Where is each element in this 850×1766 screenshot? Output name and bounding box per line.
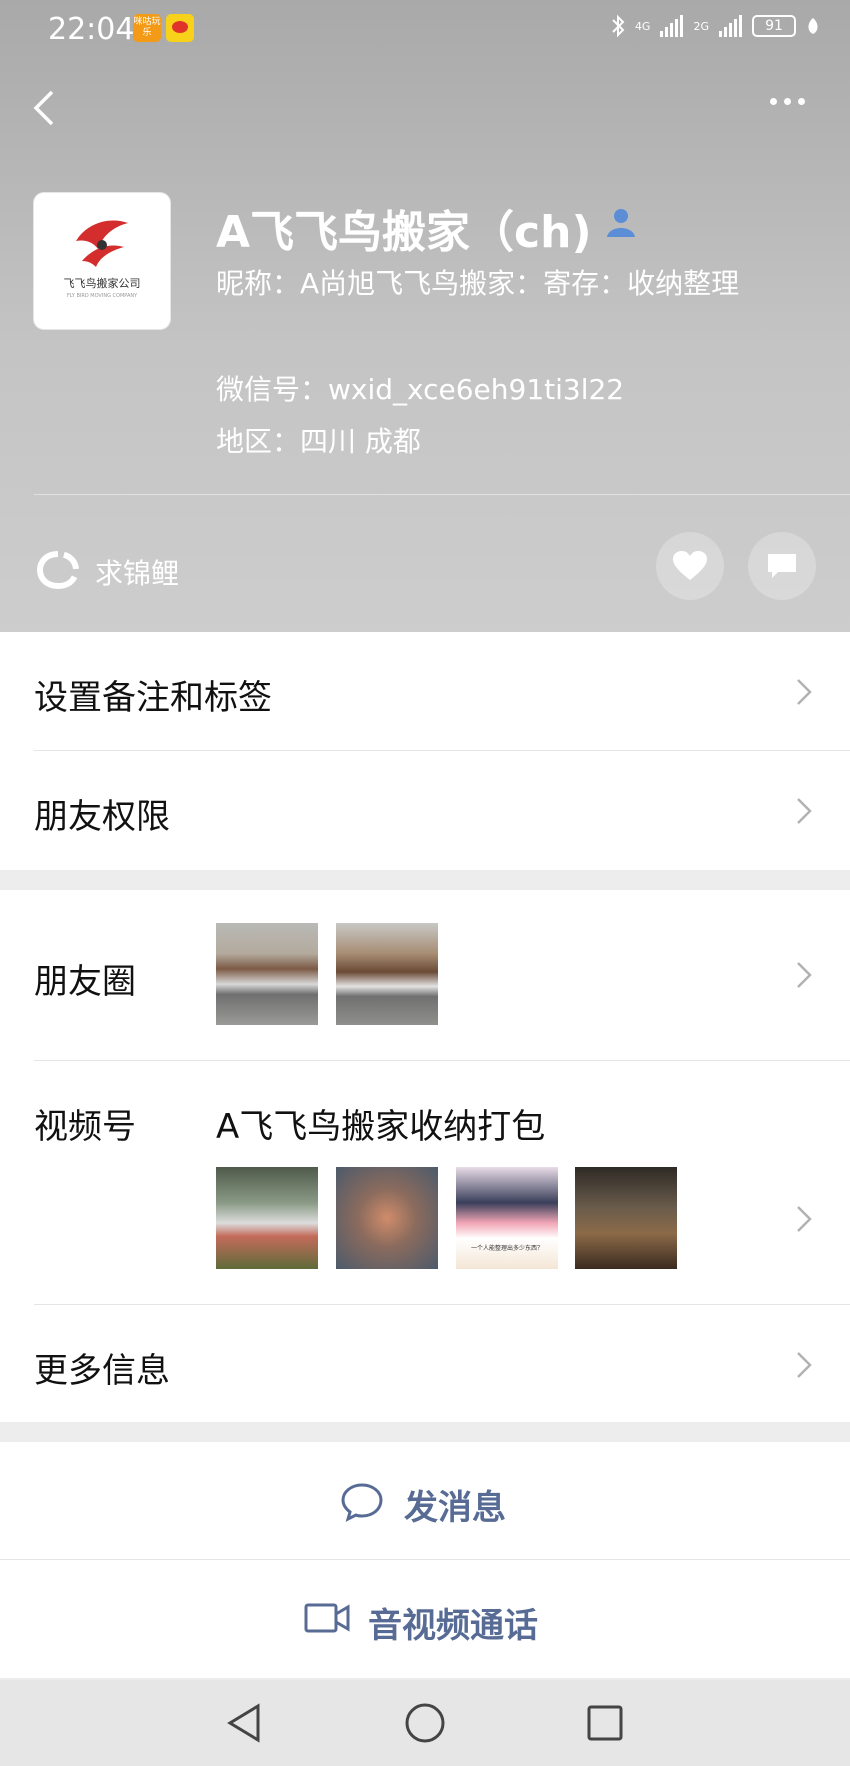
status-time: 22:04 xyxy=(48,12,135,47)
moments-photo-truck-1[interactable] xyxy=(216,923,318,1025)
network-4g-label: 4G xyxy=(634,19,651,33)
wechat-id-text: 微信号：wxid_xce6eh91ti3l22 xyxy=(216,373,625,406)
leaf-icon xyxy=(808,18,818,34)
more-info-label: 更多信息 xyxy=(34,1351,170,1391)
chevron-right-icon xyxy=(797,798,812,824)
chevron-right-icon xyxy=(797,679,812,705)
header-divider xyxy=(34,494,850,495)
channels-video-thumb-1[interactable] xyxy=(216,1167,318,1269)
chevron-right-icon xyxy=(797,962,812,988)
content-section: 朋友圈 视频号 A飞飞鸟搬家收纳打包 一个人能整理出多少东西？ 更多信息 xyxy=(0,890,850,1422)
channels-video-thumb-4[interactable] xyxy=(575,1167,677,1269)
friend-permissions-label: 朋友权限 xyxy=(34,797,170,837)
nav-back-icon[interactable] xyxy=(224,1702,264,1744)
region-text: 地区：四川 成都 xyxy=(216,425,421,458)
koi-icon[interactable] xyxy=(36,550,80,590)
chevron-right-icon xyxy=(797,1206,812,1232)
back-arrow-icon[interactable] xyxy=(30,88,58,128)
nav-home-icon[interactable] xyxy=(404,1702,446,1744)
weibo-app-icon xyxy=(166,14,194,42)
channels-row[interactable]: 视频号 A飞飞鸟搬家收纳打包 一个人能整理出多少东西？ xyxy=(0,1061,850,1304)
nickname-text: 昵称：A尚旭飞飞鸟搬家：寄存：收纳整理 xyxy=(216,267,740,300)
moments-row[interactable]: 朋友圈 xyxy=(0,890,850,1060)
network-2g-label: 2G xyxy=(693,19,709,33)
moments-label: 朋友圈 xyxy=(34,962,136,1002)
channels-video-thumb-3[interactable]: 一个人能整理出多少东西？ xyxy=(456,1167,558,1269)
avatar-logo-text: 飞飞鸟搬家公司 xyxy=(63,277,141,290)
channels-video-thumb-2[interactable] xyxy=(336,1167,438,1269)
remark-tags-row[interactable]: 设置备注和标签 xyxy=(0,632,850,750)
comment-button[interactable] xyxy=(748,532,816,600)
migu-app-icon: 咪咕玩乐 xyxy=(133,14,161,42)
contact-name: A飞飞鸟搬家（ch) xyxy=(216,207,592,258)
status-bar: 22:04 咪咕玩乐 4G 2G 91 xyxy=(0,0,850,60)
signal-icon-2 xyxy=(719,15,742,37)
avatar[interactable]: 飞飞鸟搬家公司 FLY BIRD MOVING COMPANY xyxy=(34,193,170,329)
channels-label: 视频号 xyxy=(34,1107,136,1147)
bird-logo-icon xyxy=(76,220,128,267)
send-message-label: 发消息 xyxy=(404,1488,506,1528)
heart-icon xyxy=(673,551,707,580)
av-call-button[interactable]: 音视频通话 xyxy=(0,1560,850,1678)
koi-label[interactable]: 求锦鲤 xyxy=(95,552,179,592)
friend-permissions-row[interactable]: 朋友权限 xyxy=(0,751,850,870)
contact-person-icon xyxy=(607,209,635,237)
like-button[interactable] xyxy=(656,532,724,600)
more-info-row[interactable]: 更多信息 xyxy=(0,1305,850,1422)
bluetooth-icon xyxy=(612,14,625,38)
status-indicators: 4G 2G 91 xyxy=(611,14,820,38)
video-camera-icon xyxy=(304,1603,350,1633)
system-nav-bar xyxy=(0,1680,850,1766)
send-message-button[interactable]: 发消息 xyxy=(0,1442,850,1560)
speech-bubble-icon xyxy=(768,554,796,578)
channels-thumb3-caption: 一个人能整理出多少东西？ xyxy=(470,1245,543,1252)
avatar-logo-subtext: FLY BIRD MOVING COMPANY xyxy=(66,293,138,299)
more-options-icon[interactable] xyxy=(770,98,810,112)
nav-recents-icon[interactable] xyxy=(586,1704,624,1742)
profile-header: 22:04 咪咕玩乐 4G 2G 91 飞飞鸟搬家公司 FLY BIRD MOV… xyxy=(0,0,850,632)
signal-icon-1 xyxy=(660,15,684,37)
moments-photo-truck-2[interactable] xyxy=(336,923,438,1025)
chat-bubble-icon xyxy=(341,1483,383,1522)
av-call-label: 音视频通话 xyxy=(368,1606,538,1646)
chevron-right-icon xyxy=(797,1352,812,1378)
settings-section: 设置备注和标签 朋友权限 xyxy=(0,632,850,870)
remark-tags-label: 设置备注和标签 xyxy=(34,678,272,718)
channels-title: A飞飞鸟搬家收纳打包 xyxy=(216,1107,546,1147)
battery-icon: 91 xyxy=(752,15,796,37)
